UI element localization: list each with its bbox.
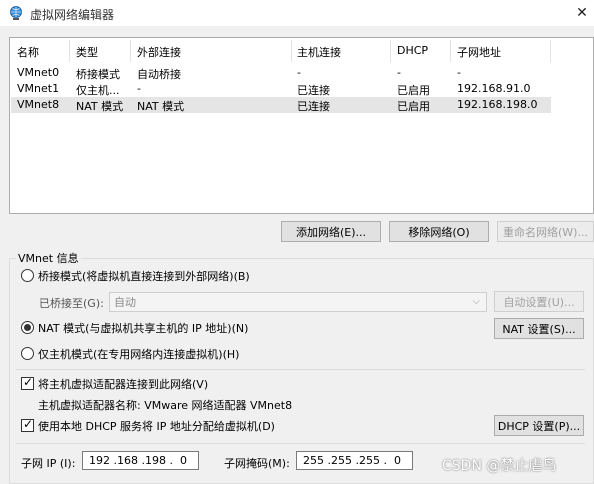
cell-dhcp: - xyxy=(397,66,401,79)
nat-settings-button[interactable]: NAT 设置(S)... xyxy=(494,318,584,339)
dhcp-checkbox[interactable]: ✓ xyxy=(21,417,34,432)
host-only-mode-label[interactable]: 仅主机模式(在专用网络内连接虚拟机)(H) xyxy=(38,346,239,362)
column-separator xyxy=(550,40,551,62)
column-header-name[interactable]: 名称 xyxy=(17,44,39,60)
cell-external: NAT 模式 xyxy=(137,100,185,113)
cell-subnet: 192.168.91.0 xyxy=(457,82,531,95)
remove-network-button[interactable]: 移除网络(O) xyxy=(389,221,489,242)
bridged-to-value: 自动 xyxy=(114,296,136,309)
network-globe-icon xyxy=(10,6,22,20)
connect-adapter-label[interactable]: 将主机虚拟适配器连接到此网络(V) xyxy=(38,376,208,392)
subnet-ip-input[interactable]: 192 .168 .198 . 0 xyxy=(82,451,199,470)
chevron-down-icon: ⌵ xyxy=(472,296,480,307)
cell-type: NAT 模式 xyxy=(76,100,124,113)
column-separator xyxy=(291,40,292,62)
auto-settings-button[interactable]: 自动设置(U)... xyxy=(494,291,584,312)
column-separator xyxy=(130,40,131,62)
divider xyxy=(16,443,585,444)
cell-name: VMnet0 xyxy=(17,66,60,79)
nat-mode-radio[interactable] xyxy=(21,321,34,334)
cell-external: 自动桥接 xyxy=(137,68,181,81)
column-header-type[interactable]: 类型 xyxy=(76,44,98,60)
adapter-name-text: 主机虚拟适配器名称: VMware 网络适配器 VMnet8 xyxy=(38,399,293,412)
cell-dhcp: 已启用 xyxy=(397,84,430,97)
add-network-button[interactable]: 添加网络(E)... xyxy=(281,221,381,242)
checkmark-icon: ✓ xyxy=(23,375,34,389)
table-row[interactable]: VMnet0 桥接模式 自动桥接 - - - xyxy=(11,65,551,81)
cell-dhcp: 已启用 xyxy=(397,100,430,113)
cell-host: 已连接 xyxy=(297,84,330,97)
host-only-mode-radio[interactable] xyxy=(21,347,34,360)
cell-host: - xyxy=(297,66,301,79)
bridged-mode-label[interactable]: 桥接模式(将虚拟机直接连接到外部网络)(B) xyxy=(38,268,250,284)
close-button[interactable]: ✕ xyxy=(570,2,594,24)
checkmark-icon: ✓ xyxy=(23,417,34,431)
cell-host: 已连接 xyxy=(297,100,330,113)
watermark-text: CSDN @禁止虐鸟 xyxy=(442,458,557,474)
window-title: 虚拟网络编辑器 xyxy=(30,8,115,22)
table-row[interactable]: VMnet1 仅主机... - 已连接 已启用 192.168.91.0 xyxy=(11,81,551,97)
cell-subnet: - xyxy=(457,66,461,79)
dhcp-label[interactable]: 使用本地 DHCP 服务将 IP 地址分配给虚拟机(D) xyxy=(38,418,275,434)
nat-mode-label[interactable]: NAT 模式(与虚拟机共享主机的 IP 地址)(N) xyxy=(38,320,248,336)
bridged-to-dropdown[interactable]: 自动 ⌵ xyxy=(109,292,487,312)
cell-name: VMnet8 xyxy=(17,98,60,111)
subnet-mask-input[interactable]: 255 .255 .255 . 0 xyxy=(296,451,413,470)
column-separator xyxy=(69,40,70,62)
title-bar: 虚拟网络编辑器 ✕ xyxy=(0,0,594,26)
cell-type: 桥接模式 xyxy=(76,68,120,81)
close-icon: ✕ xyxy=(576,5,588,21)
divider xyxy=(16,369,585,370)
column-header-subnet[interactable]: 子网地址 xyxy=(457,44,501,60)
cell-external: - xyxy=(137,82,141,95)
column-header-host[interactable]: 主机连接 xyxy=(297,44,341,60)
column-separator xyxy=(390,40,391,62)
dhcp-settings-button[interactable]: DHCP 设置(P)... xyxy=(494,415,584,436)
cell-type: 仅主机... xyxy=(76,84,120,97)
table-row-selected[interactable]: VMnet8 NAT 模式 NAT 模式 已连接 已启用 192.168.198… xyxy=(11,97,551,113)
subnet-mask-label: 子网掩码(M): xyxy=(224,457,290,470)
subnet-ip-label: 子网 IP (I): xyxy=(21,457,76,470)
network-list[interactable]: 名称 类型 外部连接 主机连接 DHCP 子网地址 VMnet0 桥接模式 自动… xyxy=(9,37,594,214)
column-separator xyxy=(450,40,451,62)
column-header-external[interactable]: 外部连接 xyxy=(137,44,181,60)
cell-subnet: 192.168.198.0 xyxy=(457,98,538,111)
cell-name: VMnet1 xyxy=(17,82,60,95)
connect-adapter-checkbox[interactable]: ✓ xyxy=(21,375,34,390)
bridged-mode-radio[interactable] xyxy=(21,269,34,282)
bridged-to-label: 已桥接至(G): xyxy=(39,297,104,310)
vmnet-info-title: VMnet 信息 xyxy=(16,250,81,266)
rename-network-button[interactable]: 重命名网络(W)... xyxy=(497,221,594,242)
column-header-dhcp[interactable]: DHCP xyxy=(397,44,428,57)
